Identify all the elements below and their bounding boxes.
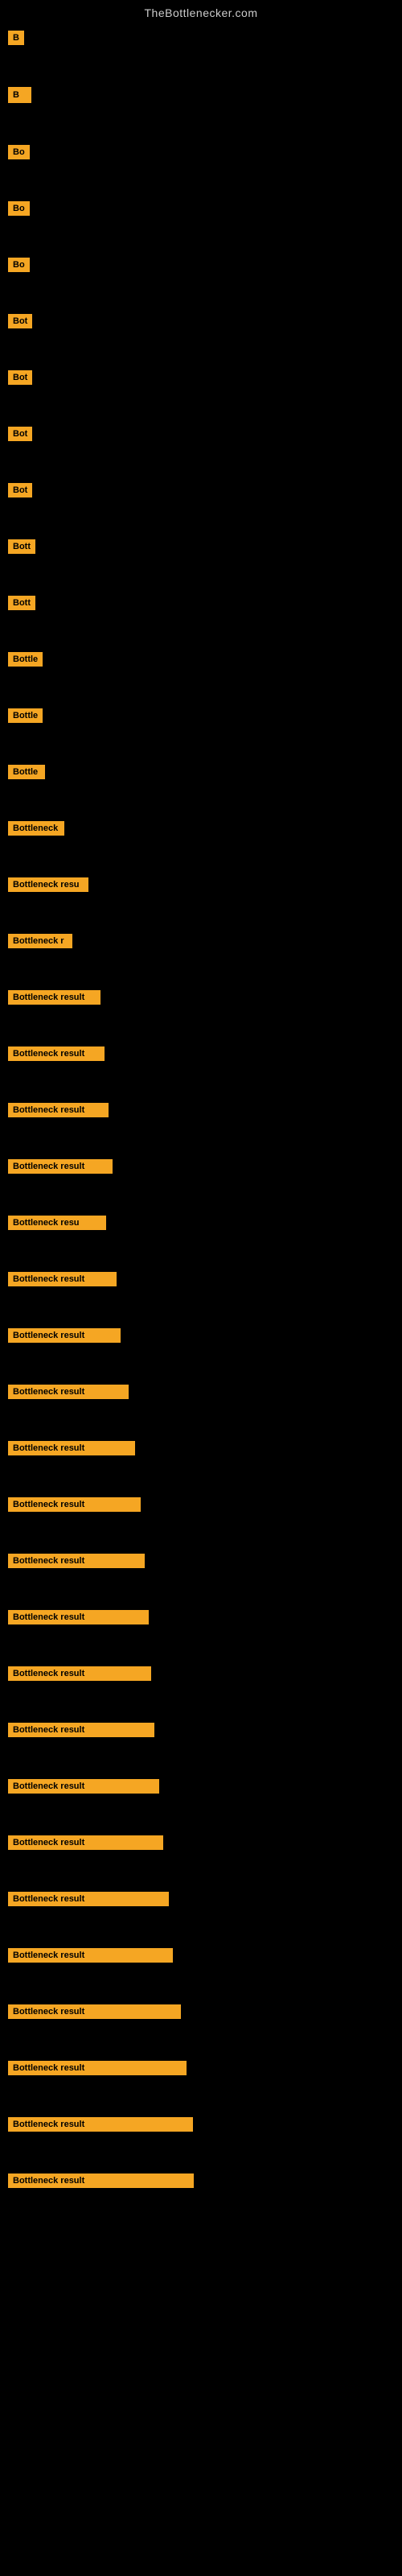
bottleneck-badge: Bottleneck result [8, 1497, 141, 1512]
list-item: Bott [8, 596, 402, 652]
bottleneck-badge: Bottleneck result [8, 1328, 121, 1343]
bottleneck-badge: Bottleneck result [8, 1159, 113, 1174]
bottleneck-badge: Bottle [8, 765, 45, 779]
bottleneck-badge: Bottleneck result [8, 2117, 193, 2132]
bottleneck-badge: Bottle [8, 708, 43, 723]
list-item: Bot [8, 427, 402, 483]
bottleneck-badge: Bottleneck result [8, 1779, 159, 1794]
bottleneck-badge: Bottleneck result [8, 1441, 135, 1455]
list-item: Bottleneck result [8, 1892, 402, 1948]
list-item: Bo [8, 201, 402, 258]
list-item: Bottleneck resu [8, 877, 402, 934]
bottleneck-badge: Bottle [8, 652, 43, 667]
list-item: Bottle [8, 652, 402, 708]
bottleneck-badge: Bottleneck result [8, 1892, 169, 1906]
bottleneck-badge: Bottleneck r [8, 934, 72, 948]
list-item: Bottleneck [8, 821, 402, 877]
list-item: Bot [8, 483, 402, 539]
list-item: B [8, 87, 402, 145]
bottleneck-badge: Bottleneck result [8, 1835, 163, 1850]
bottleneck-badge: Bottleneck resu [8, 877, 88, 892]
list-item: Bottleneck result [8, 1779, 402, 1835]
list-item: Bottle [8, 765, 402, 821]
list-item: Bottleneck result [8, 1835, 402, 1892]
list-item: Bott [8, 539, 402, 596]
list-item: Bot [8, 314, 402, 370]
list-item: Bottleneck result [8, 1610, 402, 1666]
list-item: Bottleneck result [8, 2004, 402, 2061]
list-item: Bo [8, 145, 402, 201]
list-item: Bottleneck r [8, 934, 402, 990]
bottleneck-badge: Bot [8, 427, 32, 441]
bottleneck-badge: Bottleneck [8, 821, 64, 836]
bottleneck-badge: Bottleneck result [8, 990, 100, 1005]
bottleneck-badge: Bottleneck result [8, 1103, 109, 1117]
list-item: Bottleneck result [8, 1441, 402, 1497]
list-item: B [8, 31, 402, 87]
bottleneck-badge: Bottleneck result [8, 1723, 154, 1737]
bottleneck-badge: Bottleneck result [8, 2061, 187, 2075]
list-item: Bottleneck result [8, 1497, 402, 1554]
list-item: Bottleneck result [8, 1948, 402, 2004]
bottleneck-badge: Bott [8, 539, 35, 554]
bottleneck-badge: Bo [8, 201, 30, 216]
list-item: Bottleneck resu [8, 1216, 402, 1272]
bottleneck-badge: Bottleneck resu [8, 1216, 106, 1230]
bottleneck-badge: Bott [8, 596, 35, 610]
bottleneck-badge: Bottleneck result [8, 1666, 151, 1681]
list-item: Bottleneck result [8, 1328, 402, 1385]
list-item: Bottleneck result [8, 1103, 402, 1159]
bottleneck-badge: B [8, 31, 24, 45]
bottleneck-badge: Bo [8, 258, 30, 272]
list-item: Bottleneck result [8, 2117, 402, 2174]
list-item: Bot [8, 370, 402, 427]
bottleneck-badge: Bot [8, 483, 32, 497]
bottleneck-badge: Bottleneck result [8, 1554, 145, 1568]
bottleneck-badge: B [8, 87, 31, 103]
list-item: Bottle [8, 708, 402, 765]
list-item: Bottleneck result [8, 1666, 402, 1723]
list-item: Bottleneck result [8, 2174, 402, 2230]
bottleneck-badge: Bot [8, 370, 32, 385]
bottleneck-badge: Bottleneck result [8, 2004, 181, 2019]
bottleneck-badge: Bottleneck result [8, 2174, 194, 2188]
bottleneck-badge: Bottleneck result [8, 1385, 129, 1399]
site-title: TheBottlenecker.com [0, 0, 402, 23]
list-item: Bottleneck result [8, 1385, 402, 1441]
badge-list: B B Bo Bo Bo Bot Bot Bot Bot Bott Bott Bottle Bottl… [0, 23, 402, 2230]
list-item: Bottleneck result [8, 1554, 402, 1610]
bottleneck-badge: Bottleneck result [8, 1610, 149, 1624]
bottleneck-badge: Bo [8, 145, 30, 159]
bottleneck-badge: Bottleneck result [8, 1272, 117, 1286]
bottleneck-badge: Bottleneck result [8, 1046, 105, 1061]
list-item: Bo [8, 258, 402, 314]
list-item: Bottleneck result [8, 1046, 402, 1103]
list-item: Bottleneck result [8, 990, 402, 1046]
bottleneck-badge: Bot [8, 314, 32, 328]
list-item: Bottleneck result [8, 1723, 402, 1779]
list-item: Bottleneck result [8, 1159, 402, 1216]
bottleneck-badge: Bottleneck result [8, 1948, 173, 1963]
list-item: Bottleneck result [8, 1272, 402, 1328]
list-item: Bottleneck result [8, 2061, 402, 2117]
